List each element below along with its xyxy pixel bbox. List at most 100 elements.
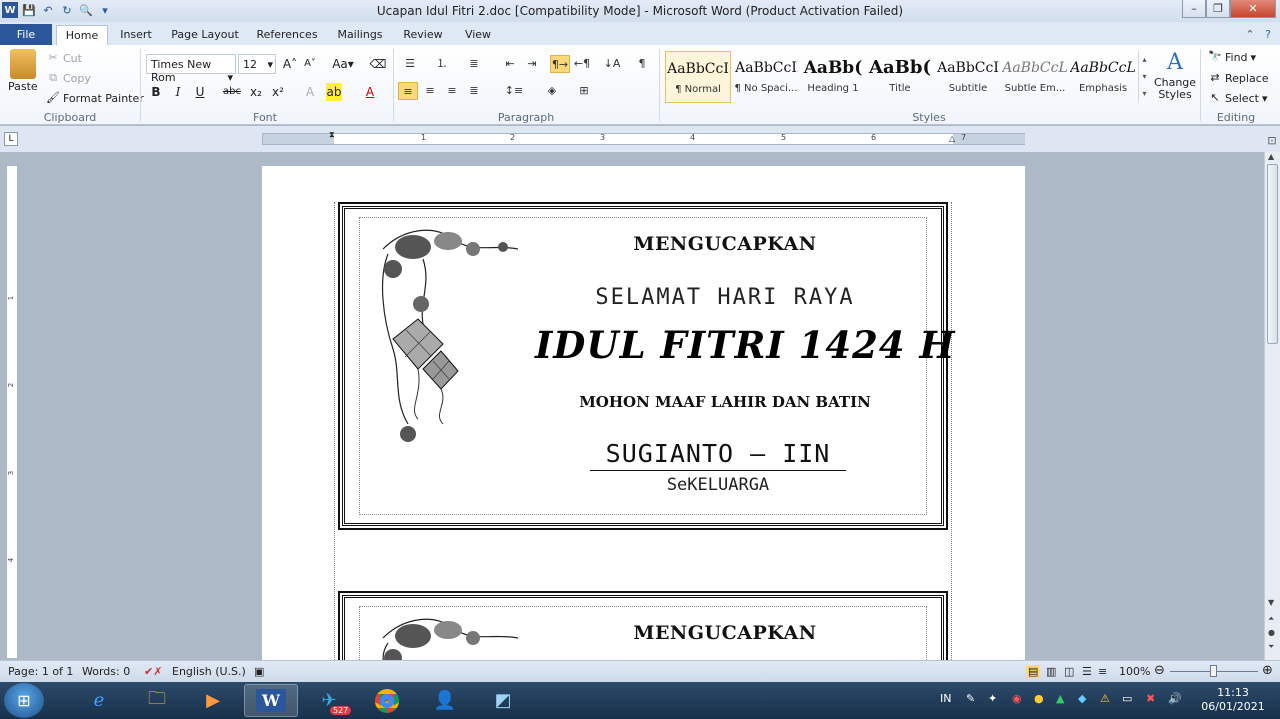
tray-display-icon[interactable]: ▭ — [1122, 692, 1132, 705]
shading-icon[interactable]: ◈ — [542, 82, 562, 100]
full-screen-reading-icon[interactable]: ▥ — [1046, 665, 1056, 678]
volume-icon[interactable]: 🔊 — [1168, 692, 1182, 705]
vertical-ruler[interactable]: 1 2 3 4 — [6, 165, 18, 659]
tray-green-icon[interactable]: ▲ — [1056, 692, 1064, 705]
horizontal-ruler[interactable]: 1 2 3 4 5 6 7 ⧗ △ — [262, 130, 1025, 145]
right-indent-marker-icon[interactable]: △ — [949, 134, 955, 143]
tab-page-layout[interactable]: Page Layout — [168, 25, 242, 45]
font-color-icon[interactable]: A — [360, 83, 380, 101]
copy-button[interactable]: ⧉ Copy — [46, 71, 91, 85]
network-disconnected-icon[interactable]: ✖ — [1146, 692, 1155, 705]
document-page[interactable]: MENGUCAPKAN SELAMAT HARI RAYA IDUL FITRI… — [262, 166, 1025, 660]
scrollbar-thumb[interactable] — [1267, 164, 1278, 344]
language-indicator[interactable]: English (U.S.) — [172, 665, 246, 678]
view-ruler-icon[interactable]: ⊡ — [1264, 132, 1280, 148]
increase-indent-icon[interactable]: ⇥ — [522, 55, 542, 73]
find-button[interactable]: 🔭 Find ▾ — [1208, 50, 1256, 64]
tab-review[interactable]: Review — [398, 25, 448, 45]
multilevel-list-icon[interactable]: ≣ — [464, 55, 484, 73]
sort-icon[interactable]: ↓A — [602, 55, 622, 73]
decrease-indent-icon[interactable]: ⇤ — [500, 55, 520, 73]
outline-view-icon[interactable]: ☰ — [1082, 665, 1092, 678]
style-subtle-emphasis[interactable]: AaBbCcL Subtle Em... — [1002, 51, 1068, 103]
input-language[interactable]: IN — [940, 692, 951, 705]
next-page-icon[interactable]: ⏷ — [1268, 642, 1274, 652]
proofing-icon[interactable]: ✔✗ — [144, 665, 162, 678]
help-icon[interactable]: ? — [1260, 26, 1276, 42]
scroll-up-icon[interactable]: ▲ — [1268, 152, 1274, 161]
style-heading-1[interactable]: AaBb( Heading 1 — [800, 51, 866, 103]
rtl-direction-icon[interactable]: ←¶ — [572, 55, 592, 73]
show-marks-icon[interactable]: ¶ — [632, 55, 652, 73]
styles-scroll[interactable]: ▴ ▾ ▾ — [1138, 51, 1150, 103]
strikethrough-button[interactable]: abc — [222, 83, 242, 101]
zoom-slider-thumb[interactable] — [1210, 665, 1217, 677]
shrink-font-icon[interactable]: A˅ — [300, 55, 320, 73]
tray-tool-icon[interactable]: ✎ — [966, 692, 975, 705]
ltr-direction-icon[interactable]: ¶→ — [550, 55, 570, 73]
bullets-icon[interactable]: ☰ — [400, 55, 420, 73]
subscript-button[interactable]: x₂ — [246, 83, 266, 101]
justify-icon[interactable]: ≣ — [464, 82, 484, 100]
macro-record-icon[interactable]: ▣ — [254, 665, 264, 678]
change-styles-button[interactable]: A Change Styles — [1154, 49, 1196, 101]
zoom-in-icon[interactable]: ⊕ — [1262, 663, 1273, 678]
style-no-spacing[interactable]: AaBbCcI ¶ No Spaci... — [733, 51, 799, 103]
system-clock[interactable]: 11:13 06/01/2021 — [1198, 686, 1268, 714]
word-count[interactable]: Words: 0 — [82, 665, 130, 678]
draft-view-icon[interactable]: ≡ — [1098, 665, 1107, 678]
vertical-scrollbar[interactable]: ▲ ▼ ⏶ ● ⏷ — [1264, 152, 1280, 660]
numbering-icon[interactable]: ⒈ — [432, 55, 452, 73]
underline-button[interactable]: U — [190, 83, 210, 101]
tray-network-icon[interactable]: ✦ — [988, 692, 997, 705]
font-size-combo[interactable]: 12 ▾ — [238, 54, 276, 74]
tab-home[interactable]: Home — [56, 25, 108, 45]
indent-marker-icon[interactable]: ⧗ — [329, 130, 335, 140]
align-left-icon[interactable]: ≡ — [398, 82, 418, 100]
change-case-icon[interactable]: Aa▾ — [330, 55, 356, 73]
tray-update-icon[interactable]: ● — [1034, 692, 1044, 705]
select-button[interactable]: ↖ Select ▾ — [1208, 91, 1267, 105]
user-app-icon[interactable]: 👤 — [418, 684, 472, 717]
internet-explorer-icon[interactable]: ℯ — [72, 684, 126, 717]
print-layout-view-icon[interactable]: ▤ — [1026, 665, 1041, 678]
minimize-button[interactable]: – — [1182, 0, 1206, 18]
warning-icon[interactable]: ⚠ — [1100, 692, 1110, 705]
replace-button[interactable]: ⇄ Replace — [1208, 71, 1268, 85]
grow-font-icon[interactable]: A˄ — [280, 55, 300, 73]
align-right-icon[interactable]: ≡ — [442, 82, 462, 100]
tray-sync-icon[interactable]: ◆ — [1078, 692, 1086, 705]
restore-button[interactable]: ❐ — [1206, 0, 1230, 18]
word-taskbar-icon[interactable]: W — [244, 684, 298, 717]
browse-object-icon[interactable]: ● — [1268, 628, 1275, 637]
zoom-out-icon[interactable]: ⊖ — [1154, 663, 1165, 678]
scroll-down-icon[interactable]: ▼ — [1268, 598, 1274, 607]
format-painter-button[interactable]: 🖌 Format Painter — [46, 91, 144, 105]
paste-button[interactable]: Paste — [8, 49, 38, 93]
greeting-card-2[interactable]: MENGUCAPKAN — [338, 591, 948, 660]
chrome-icon[interactable] — [360, 684, 414, 717]
superscript-button[interactable]: x² — [268, 83, 288, 101]
tab-view[interactable]: View — [458, 25, 498, 45]
web-layout-icon[interactable]: ◫ — [1064, 665, 1074, 678]
highlight-icon[interactable]: ab — [326, 83, 342, 101]
media-player-icon[interactable]: ▶ — [186, 684, 240, 717]
page-count[interactable]: Page: 1 of 1 — [8, 665, 73, 678]
start-button[interactable]: ⊞ — [4, 683, 44, 718]
tab-file[interactable]: File — [0, 24, 52, 45]
text-effects-icon[interactable]: A — [300, 83, 320, 101]
previous-page-icon[interactable]: ⏶ — [1268, 614, 1274, 624]
style-emphasis[interactable]: AaBbCcL Emphasis — [1070, 51, 1136, 103]
document-canvas[interactable]: MENGUCAPKAN SELAMAT HARI RAYA IDUL FITRI… — [22, 152, 1264, 660]
file-explorer-icon[interactable]: 🗀 — [130, 684, 184, 717]
cut-button[interactable]: ✂ Cut — [46, 51, 82, 65]
line-spacing-icon[interactable]: ↕≡ — [504, 82, 524, 100]
tab-references[interactable]: References — [252, 25, 322, 45]
close-button[interactable]: ✕ — [1230, 0, 1276, 18]
align-center-icon[interactable]: ≡ — [420, 82, 440, 100]
tab-insert[interactable]: Insert — [114, 25, 158, 45]
style-normal[interactable]: AaBbCcI ¶ Normal — [665, 51, 731, 103]
tab-selector-icon[interactable]: L — [4, 132, 18, 146]
collapse-ribbon-icon[interactable]: ⌃ — [1242, 26, 1258, 42]
tray-security-icon[interactable]: ◉ — [1012, 692, 1022, 705]
